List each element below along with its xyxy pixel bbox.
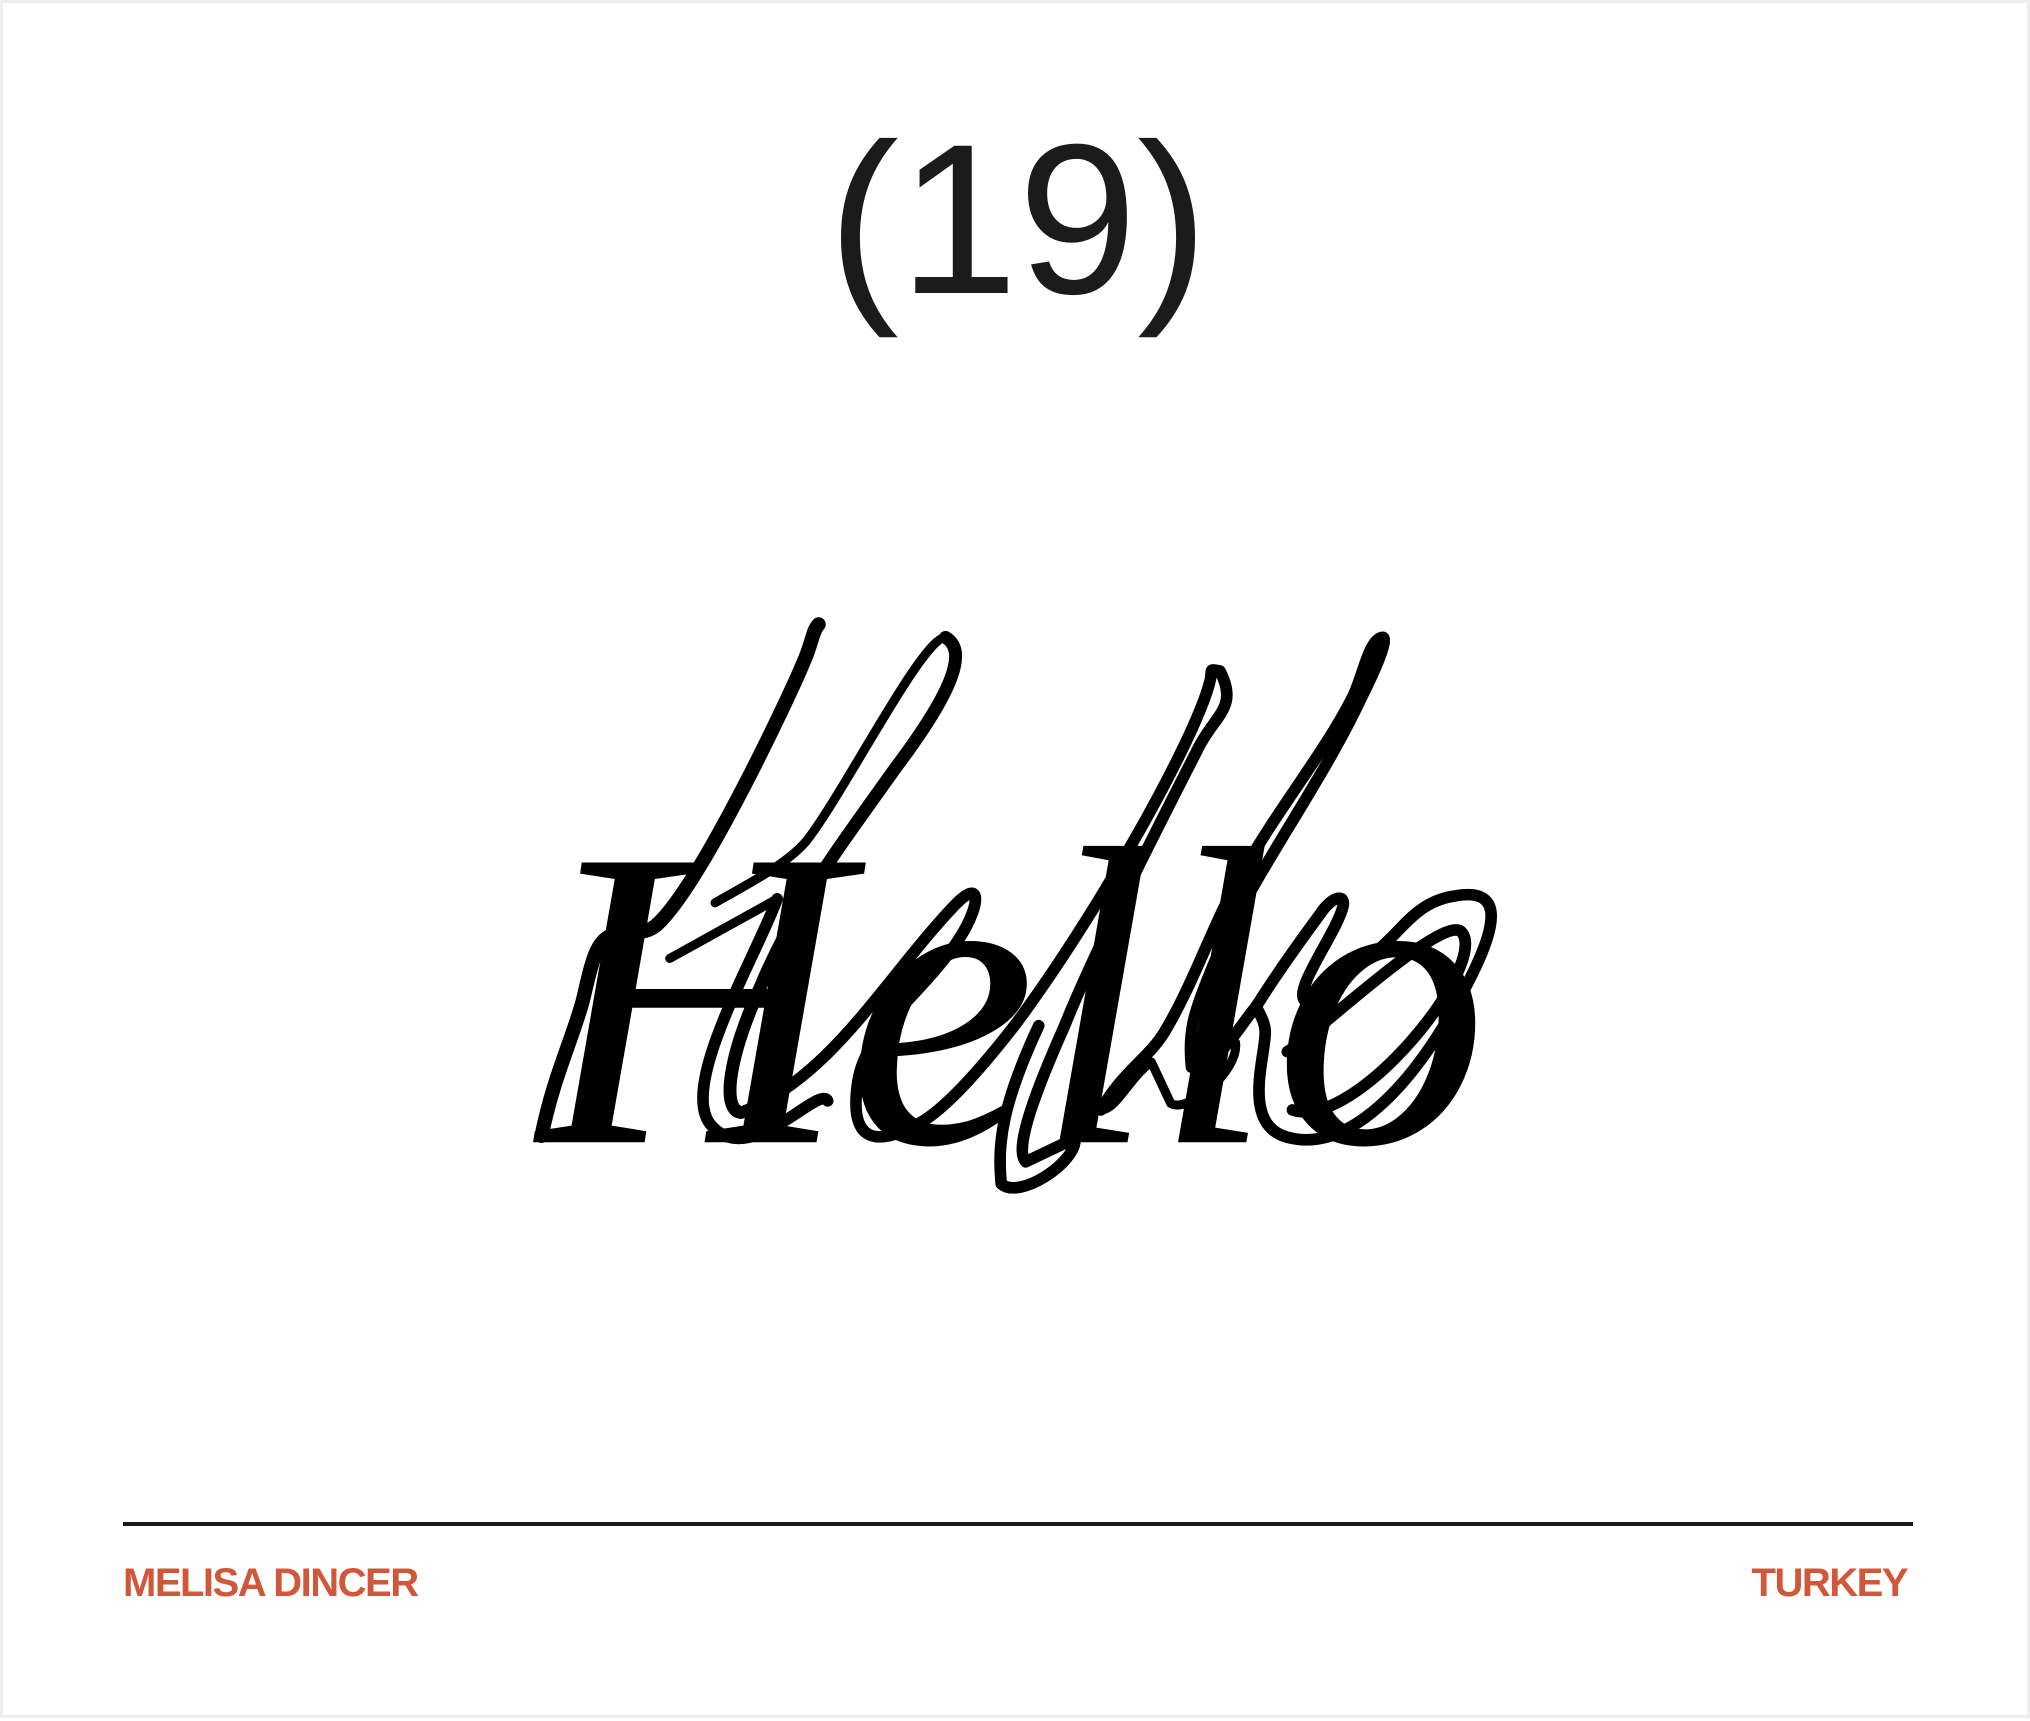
artist-name: MELISA DINCER	[123, 1561, 419, 1605]
poster-card: (19) Hello MELISA DINCER TURKEY	[0, 0, 2030, 1718]
divider-rule	[123, 1522, 1913, 1526]
artist-country: TURKEY	[1751, 1561, 1909, 1605]
hello-script-artwork: Hello	[531, 617, 1497, 1235]
